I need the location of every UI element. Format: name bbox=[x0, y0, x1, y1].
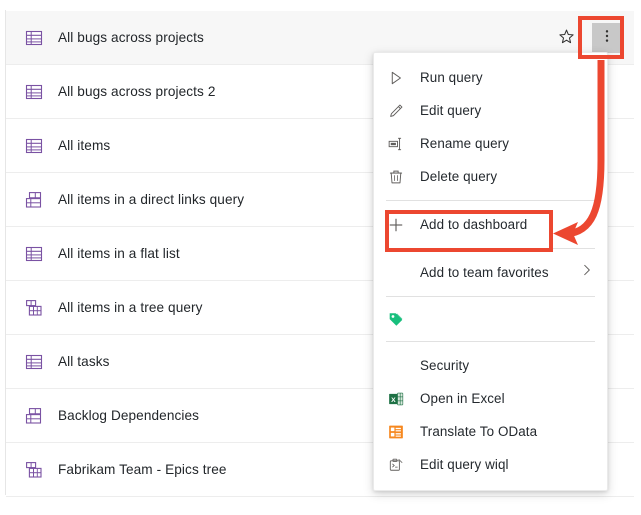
menu-item-label: Add to dashboard bbox=[420, 217, 528, 232]
trash-icon bbox=[388, 169, 404, 185]
menu-item-label: Rename query bbox=[420, 136, 510, 151]
menu-item-label: Delete query bbox=[420, 169, 498, 184]
menu-item[interactable]: X Open in Excel bbox=[374, 382, 607, 415]
query-row-label: All items in a tree query bbox=[58, 300, 203, 315]
menu-item[interactable]: Translate To OData bbox=[374, 415, 607, 448]
direct-links-query-icon bbox=[25, 407, 43, 425]
query-context-menu[interactable]: Run query Edit query Rename query Delete qu… bbox=[373, 52, 608, 491]
menu-item[interactable] bbox=[374, 304, 607, 334]
menu-separator bbox=[386, 341, 595, 342]
menu-item-label: Security bbox=[420, 358, 470, 373]
query-row-label: All bugs across projects 2 bbox=[58, 84, 216, 99]
query-row-label: All items in a direct links query bbox=[58, 192, 245, 207]
flat-query-icon bbox=[25, 245, 43, 263]
menu-item[interactable]: Add to dashboard bbox=[374, 208, 607, 241]
menu-item[interactable]: Rename query bbox=[374, 127, 607, 160]
plus-icon bbox=[388, 217, 404, 233]
tree-query-icon bbox=[25, 299, 43, 317]
flat-query-icon bbox=[25, 353, 43, 371]
play-icon bbox=[388, 70, 404, 86]
flat-query-icon bbox=[25, 83, 43, 101]
menu-icon-placeholder bbox=[388, 265, 404, 281]
menu-item[interactable]: Run query bbox=[374, 61, 607, 94]
direct-links-query-icon bbox=[25, 191, 43, 209]
menu-separator bbox=[386, 200, 595, 201]
rename-icon bbox=[388, 136, 404, 152]
wiql-icon bbox=[388, 457, 404, 473]
menu-item-label: Edit query wiql bbox=[420, 457, 509, 472]
menu-item-label: Open in Excel bbox=[420, 391, 505, 406]
excel-icon: X bbox=[388, 391, 404, 407]
menu-item-label: Add to team favorites bbox=[420, 265, 549, 280]
more-options-button[interactable] bbox=[592, 22, 622, 53]
menu-item-label: Translate To OData bbox=[420, 424, 538, 439]
tree-query-icon bbox=[25, 461, 43, 479]
svg-text:X: X bbox=[391, 396, 396, 403]
favorite-query-button[interactable] bbox=[550, 22, 582, 54]
query-row-label: All tasks bbox=[58, 354, 110, 369]
menu-separator bbox=[386, 248, 595, 249]
menu-item[interactable]: Edit query bbox=[374, 94, 607, 127]
menu-icon-placeholder bbox=[388, 358, 404, 374]
query-row-label: All bugs across projects bbox=[58, 30, 204, 45]
query-row-label: Fabrikam Team - Epics tree bbox=[58, 462, 227, 477]
query-row-label: All items in a flat list bbox=[58, 246, 180, 261]
chevron-right-icon bbox=[580, 263, 594, 282]
menu-item[interactable]: Edit query wiql bbox=[374, 448, 607, 481]
star-outline-icon bbox=[558, 28, 575, 48]
menu-item-label: Edit query bbox=[420, 103, 482, 118]
query-row-label: All items bbox=[58, 138, 111, 153]
flat-query-icon bbox=[25, 29, 43, 47]
menu-separator bbox=[386, 296, 595, 297]
tag-icon bbox=[388, 311, 404, 327]
menu-item[interactable]: Add to team favorites bbox=[374, 256, 607, 289]
screen-root: All bugs across projects All bugs across … bbox=[0, 0, 641, 515]
flat-query-icon bbox=[25, 137, 43, 155]
pencil-icon bbox=[388, 103, 404, 119]
more-vertical-icon bbox=[599, 28, 615, 47]
menu-item[interactable]: Security bbox=[374, 349, 607, 382]
menu-item-label: Run query bbox=[420, 70, 483, 85]
odata-icon bbox=[388, 424, 404, 440]
menu-item[interactable]: Delete query bbox=[374, 160, 607, 193]
query-row-label: Backlog Dependencies bbox=[58, 408, 200, 423]
